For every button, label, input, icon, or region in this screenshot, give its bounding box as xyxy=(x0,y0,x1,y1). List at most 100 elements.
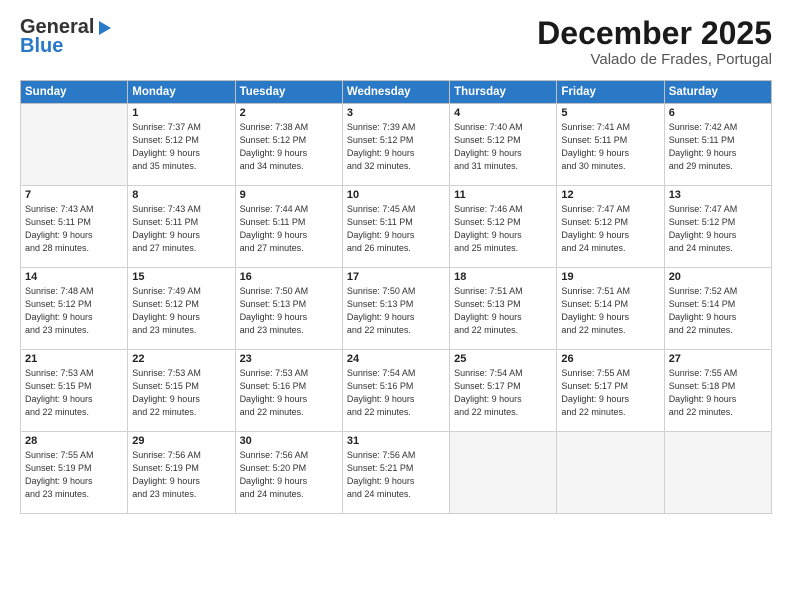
day-number: 8 xyxy=(132,189,230,201)
day-info: Sunrise: 7:38 AMSunset: 5:12 PMDaylight:… xyxy=(240,121,338,173)
calendar-cell: 21 Sunrise: 7:53 AMSunset: 5:15 PMDayligh… xyxy=(21,350,128,432)
day-info: Sunrise: 7:44 AMSunset: 5:11 PMDaylight:… xyxy=(240,203,338,255)
day-info: Sunrise: 7:46 AMSunset: 5:12 PMDaylight:… xyxy=(454,203,552,255)
day-info: Sunrise: 7:48 AMSunset: 5:12 PMDaylight:… xyxy=(25,285,123,337)
calendar-cell: 8 Sunrise: 7:43 AMSunset: 5:11 PMDaylight… xyxy=(128,186,235,268)
weekday-header: Saturday xyxy=(664,81,771,104)
calendar-body: 1Sunrise: 7:37 AMSunset: 5:12 PMDaylight… xyxy=(21,104,772,514)
calendar-cell: 4 Sunrise: 7:40 AMSunset: 5:12 PMDaylight… xyxy=(450,104,557,186)
day-number: 4 xyxy=(454,107,552,119)
day-info: Sunrise: 7:49 AMSunset: 5:12 PMDaylight:… xyxy=(132,285,230,337)
day-info: Sunrise: 7:40 AMSunset: 5:12 PMDaylight:… xyxy=(454,121,552,173)
calendar-week-row: 21 Sunrise: 7:53 AMSunset: 5:15 PMDayligh… xyxy=(21,350,772,432)
weekday-header: Friday xyxy=(557,81,664,104)
day-number: 2 xyxy=(240,107,338,119)
calendar-cell: 23 Sunrise: 7:53 AMSunset: 5:16 PMDayligh… xyxy=(235,350,342,432)
weekday-row: SundayMondayTuesdayWednesdayThursdayFrid… xyxy=(21,81,772,104)
day-number: 3 xyxy=(347,107,445,119)
header: General Blue December 2025 Valado de Fra… xyxy=(20,16,772,68)
day-info: Sunrise: 7:54 AMSunset: 5:16 PMDaylight:… xyxy=(347,367,445,419)
day-number: 23 xyxy=(240,353,338,365)
calendar-cell xyxy=(450,432,557,514)
day-info: Sunrise: 7:55 AMSunset: 5:18 PMDaylight:… xyxy=(669,367,767,419)
day-info: Sunrise: 7:51 AMSunset: 5:14 PMDaylight:… xyxy=(561,285,659,337)
day-number: 15 xyxy=(132,271,230,283)
day-info: Sunrise: 7:56 AMSunset: 5:21 PMDaylight:… xyxy=(347,449,445,501)
day-number: 19 xyxy=(561,271,659,283)
day-number: 26 xyxy=(561,353,659,365)
day-number: 27 xyxy=(669,353,767,365)
day-info: Sunrise: 7:53 AMSunset: 5:16 PMDaylight:… xyxy=(240,367,338,419)
day-info: Sunrise: 7:55 AMSunset: 5:17 PMDaylight:… xyxy=(561,367,659,419)
weekday-header: Thursday xyxy=(450,81,557,104)
day-number: 12 xyxy=(561,189,659,201)
day-info: Sunrise: 7:53 AMSunset: 5:15 PMDaylight:… xyxy=(25,367,123,419)
day-info: Sunrise: 7:54 AMSunset: 5:17 PMDaylight:… xyxy=(454,367,552,419)
day-number: 9 xyxy=(240,189,338,201)
day-number: 6 xyxy=(669,107,767,119)
day-info: Sunrise: 7:37 AMSunset: 5:12 PMDaylight:… xyxy=(132,121,230,173)
day-info: Sunrise: 7:45 AMSunset: 5:11 PMDaylight:… xyxy=(347,203,445,255)
calendar-week-row: 1Sunrise: 7:37 AMSunset: 5:12 PMDaylight… xyxy=(21,104,772,186)
day-info: Sunrise: 7:47 AMSunset: 5:12 PMDaylight:… xyxy=(669,203,767,255)
calendar-cell: 19 Sunrise: 7:51 AMSunset: 5:14 PMDayligh… xyxy=(557,268,664,350)
day-number: 18 xyxy=(454,271,552,283)
day-info: Sunrise: 7:50 AMSunset: 5:13 PMDaylight:… xyxy=(240,285,338,337)
day-info: Sunrise: 7:43 AMSunset: 5:11 PMDaylight:… xyxy=(132,203,230,255)
day-info: Sunrise: 7:39 AMSunset: 5:12 PMDaylight:… xyxy=(347,121,445,173)
day-number: 13 xyxy=(669,189,767,201)
calendar-cell: 22Sunrise: 7:53 AMSunset: 5:15 PMDayligh… xyxy=(128,350,235,432)
calendar-cell: 18 Sunrise: 7:51 AMSunset: 5:13 PMDayligh… xyxy=(450,268,557,350)
logo-blue: Blue xyxy=(20,35,63,58)
day-info: Sunrise: 7:55 AMSunset: 5:19 PMDaylight:… xyxy=(25,449,123,501)
day-number: 10 xyxy=(347,189,445,201)
day-number: 30 xyxy=(240,435,338,447)
day-number: 25 xyxy=(454,353,552,365)
day-number: 11 xyxy=(454,189,552,201)
calendar-table: SundayMondayTuesdayWednesdayThursdayFrid… xyxy=(20,80,772,514)
calendar-cell: 26 Sunrise: 7:55 AMSunset: 5:17 PMDayligh… xyxy=(557,350,664,432)
day-info: Sunrise: 7:47 AMSunset: 5:12 PMDaylight:… xyxy=(561,203,659,255)
location: Valado de Frades, Portugal xyxy=(537,51,772,68)
calendar-cell: 2 Sunrise: 7:38 AMSunset: 5:12 PMDaylight… xyxy=(235,104,342,186)
calendar-cell: 10 Sunrise: 7:45 AMSunset: 5:11 PMDayligh… xyxy=(342,186,449,268)
day-number: 7 xyxy=(25,189,123,201)
day-number: 31 xyxy=(347,435,445,447)
day-number: 14 xyxy=(25,271,123,283)
calendar-cell: 7 Sunrise: 7:43 AMSunset: 5:11 PMDaylight… xyxy=(21,186,128,268)
day-info: Sunrise: 7:51 AMSunset: 5:13 PMDaylight:… xyxy=(454,285,552,337)
calendar-cell: 29Sunrise: 7:56 AMSunset: 5:19 PMDayligh… xyxy=(128,432,235,514)
calendar-cell: 3 Sunrise: 7:39 AMSunset: 5:12 PMDaylight… xyxy=(342,104,449,186)
calendar-cell: 11 Sunrise: 7:46 AMSunset: 5:12 PMDayligh… xyxy=(450,186,557,268)
calendar-header: SundayMondayTuesdayWednesdayThursdayFrid… xyxy=(21,81,772,104)
weekday-header: Monday xyxy=(128,81,235,104)
calendar-cell xyxy=(21,104,128,186)
title-section: December 2025 Valado de Frades, Portugal xyxy=(537,16,772,68)
day-number: 28 xyxy=(25,435,123,447)
calendar-cell: 28 Sunrise: 7:55 AMSunset: 5:19 PMDayligh… xyxy=(21,432,128,514)
day-number: 16 xyxy=(240,271,338,283)
day-number: 20 xyxy=(669,271,767,283)
calendar-cell: 16 Sunrise: 7:50 AMSunset: 5:13 PMDayligh… xyxy=(235,268,342,350)
day-number: 21 xyxy=(25,353,123,365)
day-info: Sunrise: 7:56 AMSunset: 5:20 PMDaylight:… xyxy=(240,449,338,501)
day-number: 17 xyxy=(347,271,445,283)
calendar-week-row: 28 Sunrise: 7:55 AMSunset: 5:19 PMDayligh… xyxy=(21,432,772,514)
calendar-cell: 30 Sunrise: 7:56 AMSunset: 5:20 PMDayligh… xyxy=(235,432,342,514)
logo-icon xyxy=(95,19,113,37)
weekday-header: Sunday xyxy=(21,81,128,104)
day-info: Sunrise: 7:56 AMSunset: 5:19 PMDaylight:… xyxy=(132,449,230,501)
calendar-cell: 1Sunrise: 7:37 AMSunset: 5:12 PMDaylight… xyxy=(128,104,235,186)
day-info: Sunrise: 7:42 AMSunset: 5:11 PMDaylight:… xyxy=(669,121,767,173)
calendar-cell: 24 Sunrise: 7:54 AMSunset: 5:16 PMDayligh… xyxy=(342,350,449,432)
day-info: Sunrise: 7:50 AMSunset: 5:13 PMDaylight:… xyxy=(347,285,445,337)
page: General Blue December 2025 Valado de Fra… xyxy=(0,0,792,612)
day-number: 24 xyxy=(347,353,445,365)
day-info: Sunrise: 7:43 AMSunset: 5:11 PMDaylight:… xyxy=(25,203,123,255)
calendar-cell xyxy=(557,432,664,514)
calendar-week-row: 14 Sunrise: 7:48 AMSunset: 5:12 PMDayligh… xyxy=(21,268,772,350)
calendar-cell: 13 Sunrise: 7:47 AMSunset: 5:12 PMDayligh… xyxy=(664,186,771,268)
calendar-cell xyxy=(664,432,771,514)
weekday-header: Tuesday xyxy=(235,81,342,104)
day-number: 5 xyxy=(561,107,659,119)
